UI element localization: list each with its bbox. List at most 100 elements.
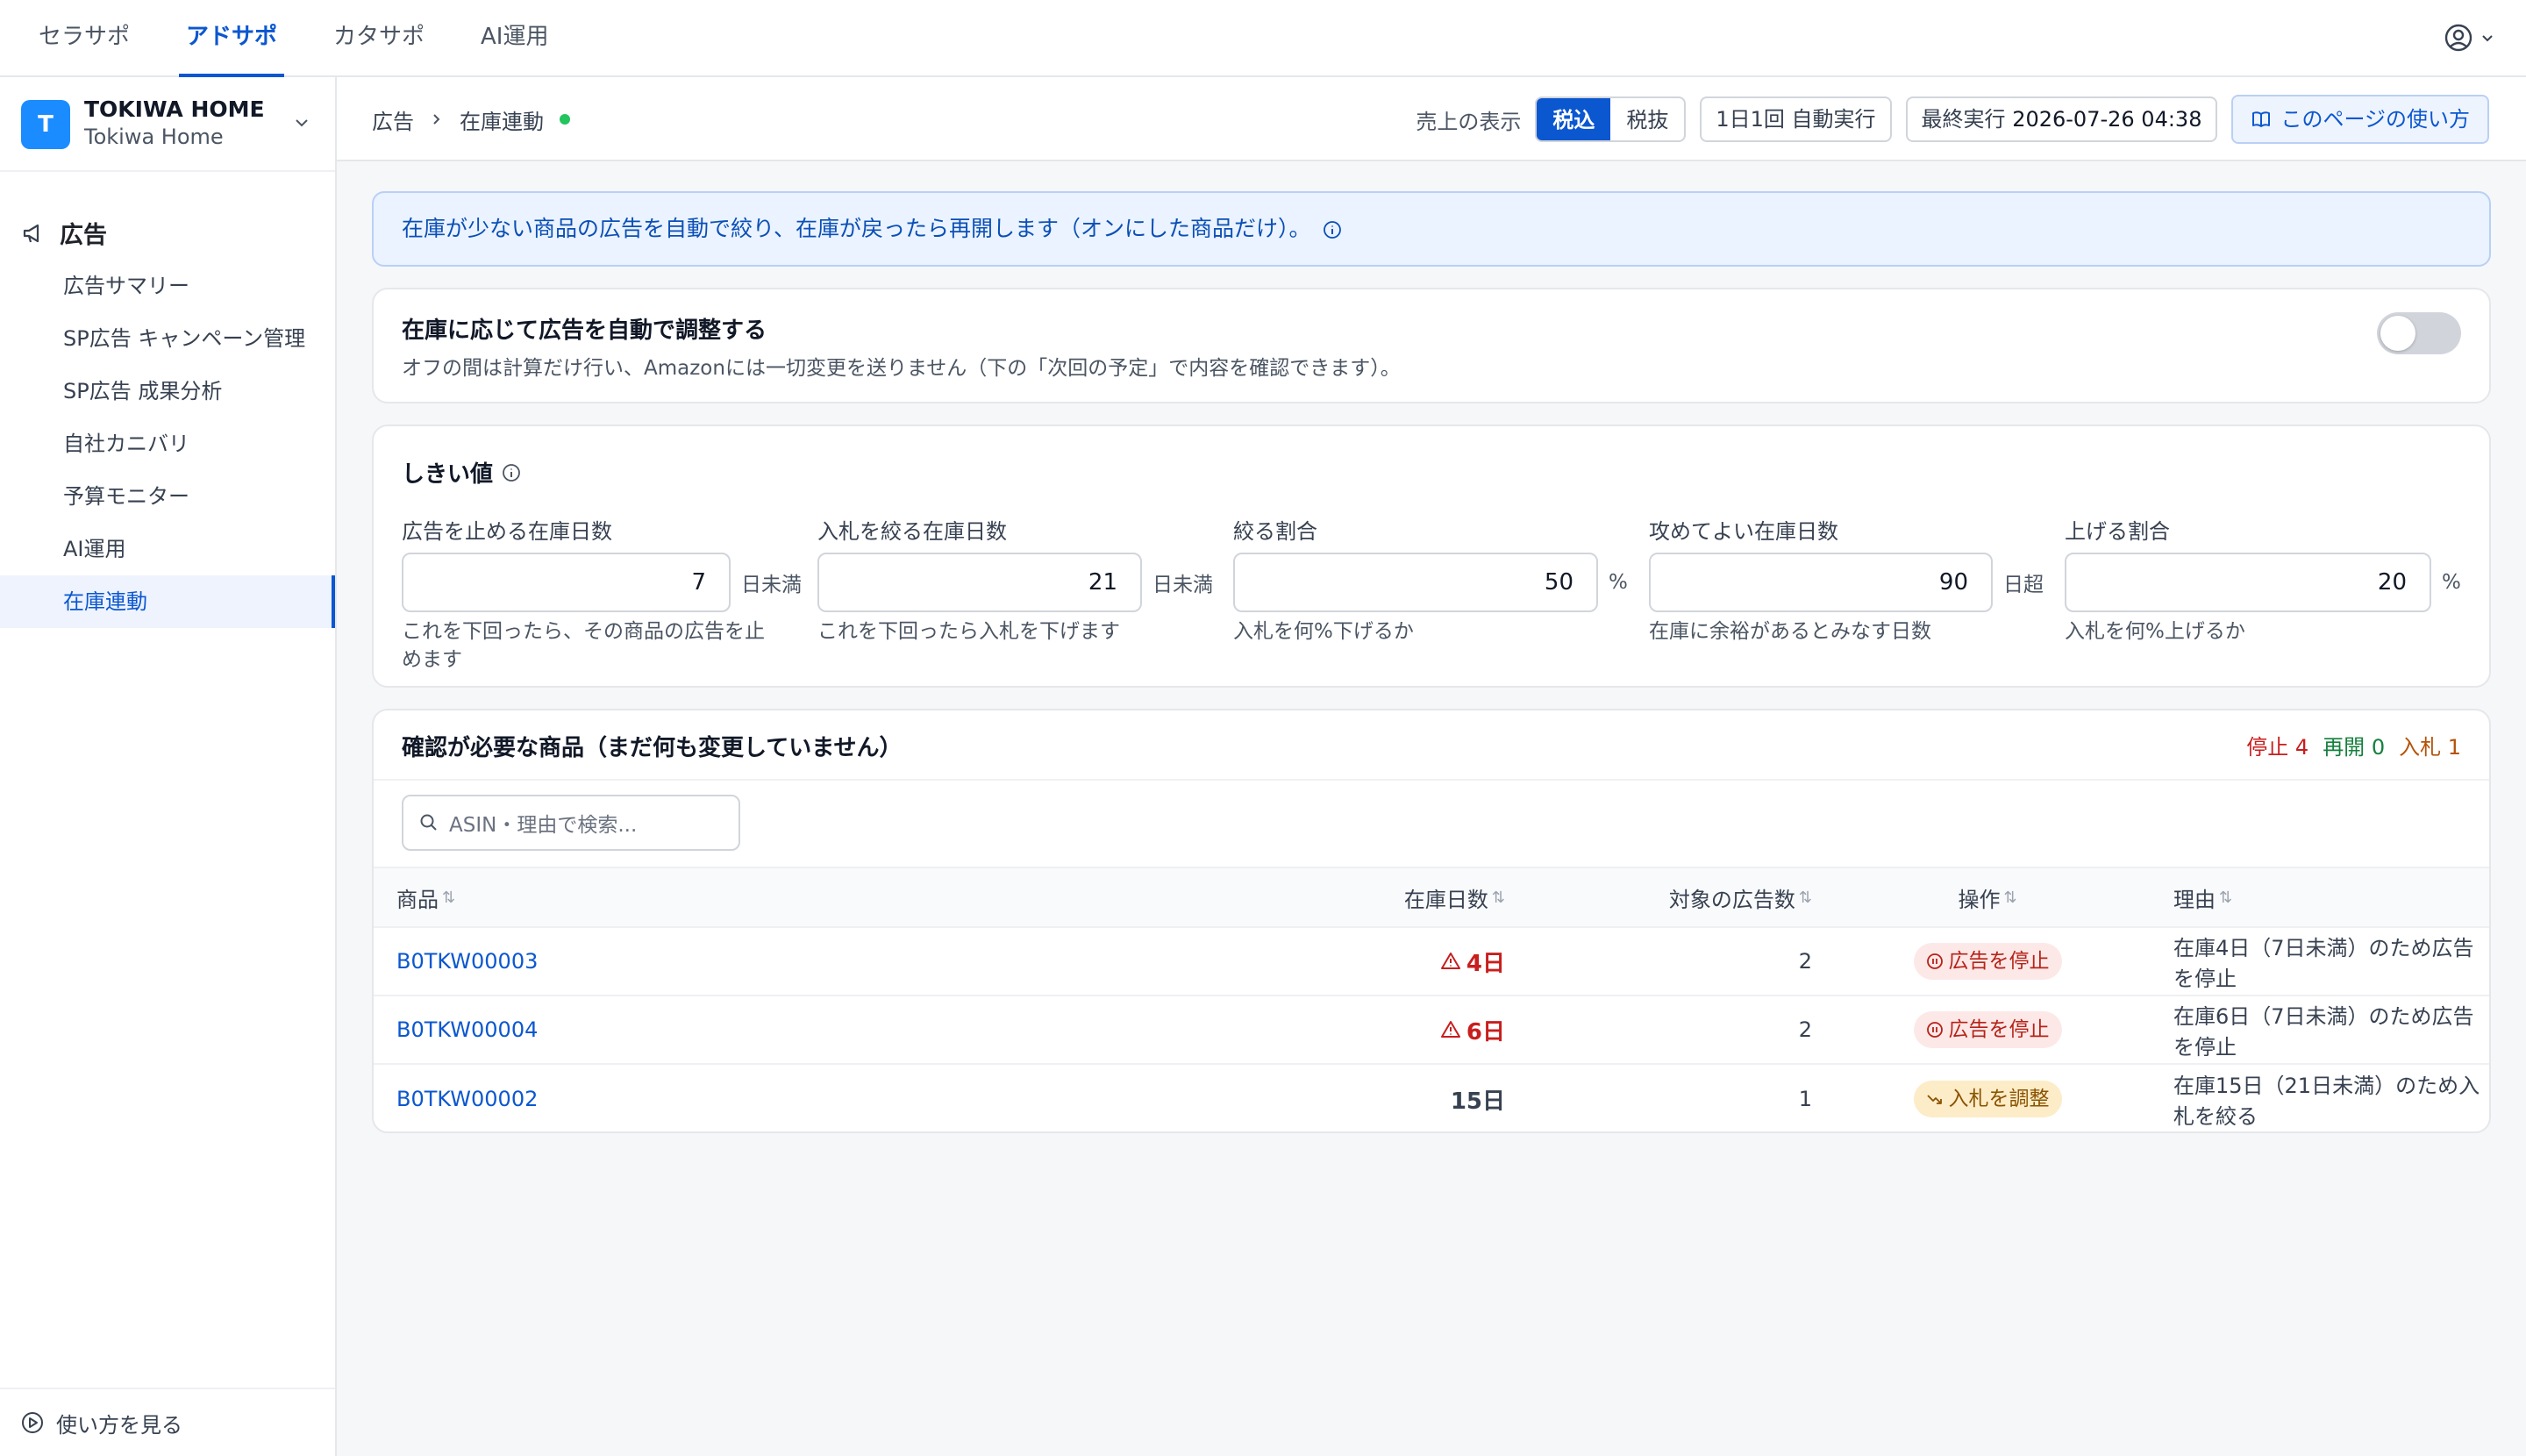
threshold-bid-days: 入札を絞る在庫日数 21 日未満 これを下回ったら入札を下げます xyxy=(817,514,1217,646)
search-icon xyxy=(420,814,437,831)
table-row: B0TKW00004 6日 2 広告を停止 在庫6日（7日未満）のため広告を停止 xyxy=(374,996,2489,1065)
count-bid: 入札 1 xyxy=(2399,735,2461,760)
auto-adjust-desc: オフの間は計算だけ行い、Amazonには一切変更を送りません（下の「次回の予定」… xyxy=(402,357,1401,380)
threshold-label: 入札を絞る在庫日数 xyxy=(817,519,1007,544)
info-banner: 在庫が少ない商品の広告を自動で絞り、在庫が戻ったら再開します（オンにした商品だけ… xyxy=(372,191,2491,267)
threshold-unit: 日未満 xyxy=(1152,574,1213,596)
review-card-header: 確認が必要な商品（まだ何も変更していません） 停止 4 再開 0 入札 1 xyxy=(374,710,2489,781)
trend-down-icon xyxy=(1926,1095,1942,1104)
page-help-label: このページの使い方 xyxy=(2280,107,2470,132)
ad-count: 2 xyxy=(1798,1017,1812,1042)
book-icon xyxy=(2252,111,2271,127)
info-icon xyxy=(503,463,520,482)
last-run-chip: 最終実行 2026-07-26 04:38 xyxy=(1905,96,2218,142)
col-days[interactable]: 在庫日数 ⇅ xyxy=(1286,868,1505,926)
status-dot xyxy=(560,114,570,125)
asin-link[interactable]: B0TKW00003 xyxy=(396,928,538,995)
stock-days: 4日 xyxy=(1286,928,1505,995)
tax-in-button[interactable]: 税込 xyxy=(1537,98,1611,140)
last-run-value: 2026-07-26 04:38 xyxy=(2012,107,2202,132)
stop-days-input[interactable]: 7 xyxy=(402,553,731,612)
chevron-down-icon xyxy=(2482,35,2493,42)
stop-ad-badge[interactable]: 広告を停止 xyxy=(1913,943,2062,980)
sidebar-section-ads: 広告 xyxy=(21,216,107,250)
last-run-label: 最終実行 xyxy=(1921,107,2006,132)
play-circle-icon xyxy=(22,1412,43,1433)
sidebar-item-cannibal[interactable]: 自社カニバリ xyxy=(0,418,335,470)
megaphone-icon xyxy=(23,224,39,242)
sidebar-item-budget[interactable]: 予算モニター xyxy=(0,470,335,523)
info-icon xyxy=(1324,221,1342,239)
reduce-rate-input[interactable]: 50 xyxy=(1233,553,1598,612)
threshold-unit: 日超 xyxy=(2003,574,2044,596)
adjust-bid-badge[interactable]: 入札を調整 xyxy=(1913,1081,2062,1117)
aggressive-days-input[interactable]: 90 xyxy=(1649,553,1993,612)
pause-circle-icon xyxy=(1926,1022,1943,1038)
threshold-help: 入札を何%上げるか xyxy=(2065,620,2245,643)
store-sub: Tokiwa Home xyxy=(84,125,224,149)
header-controls: 売上の表示 税込 税抜 1日1回 自動実行 最終実行 2026-07-26 04… xyxy=(1416,95,2489,144)
crumb-parent[interactable]: 広告 xyxy=(372,104,414,135)
table-header: 商品 ⇅ 在庫日数 ⇅ 対象の広告数 ⇅ 操作 ⇅ 理由 ⇅ xyxy=(374,867,2489,928)
sort-icon: ⇅ xyxy=(1798,888,1812,907)
ad-count: 2 xyxy=(1798,949,1812,974)
schedule-chip: 1日1回 自動実行 xyxy=(1700,96,1892,142)
threshold-unit: % xyxy=(2442,571,2461,594)
sidebar-item-inventory[interactable]: 在庫連動 xyxy=(0,575,335,628)
store-name: TOKIWA HOME xyxy=(84,96,265,122)
sidebar-item-sp-analysis[interactable]: SP広告 成果分析 xyxy=(0,365,335,418)
review-card: 確認が必要な商品（まだ何も変更していません） 停止 4 再開 0 入札 1 AS… xyxy=(372,709,2491,1133)
warning-icon xyxy=(1440,1021,1460,1038)
table-row: B0TKW00002 15日 1 入札を調整 在庫15日（21日未満）のため入札… xyxy=(374,1065,2489,1133)
threshold-raise-rate: 上げる割合 20 % 入札を何%上げるか xyxy=(2065,514,2465,646)
page-help-button[interactable]: このページの使い方 xyxy=(2231,95,2489,144)
user-icon xyxy=(2444,24,2472,52)
action-cell: 広告を停止 xyxy=(1856,996,2119,1063)
tab-katasapo[interactable]: カタサポ xyxy=(333,0,425,77)
search-input[interactable]: ASIN・理由で検索... xyxy=(402,795,740,851)
sidebar: T TOKIWA HOME Tokiwa Home 広告 広告サマリー SP広告… xyxy=(0,77,337,1456)
sidebar-item-sp-campaigns[interactable]: SP広告 キャンペーン管理 xyxy=(0,312,335,365)
stop-ad-badge[interactable]: 広告を停止 xyxy=(1913,1011,2062,1048)
threshold-reduce-rate: 絞る割合 50 % 入札を何%下げるか xyxy=(1233,514,1633,646)
thresholds-header: しきい値 xyxy=(402,456,521,489)
warning-icon xyxy=(1440,953,1460,969)
bid-days-input[interactable]: 21 xyxy=(817,553,1142,612)
threshold-label: 攻めてよい在庫日数 xyxy=(1649,519,1838,544)
page-header: 広告 在庫連動 売上の表示 税込 税抜 1日1回 自動実行 最終実行 2026-… xyxy=(337,77,2526,161)
reason-text: 在庫6日（7日未満）のため広告を停止 xyxy=(2173,1004,2474,1060)
tab-adsapo[interactable]: アドサポ xyxy=(178,0,285,77)
auto-adjust-title: 在庫に応じて広告を自動で調整する xyxy=(402,318,767,344)
raise-rate-input[interactable]: 20 xyxy=(2065,553,2431,612)
tab-ai-ops[interactable]: AI運用 xyxy=(481,0,548,77)
sort-icon: ⇅ xyxy=(2003,888,2017,907)
crumb-current: 在庫連動 xyxy=(460,109,544,134)
threshold-help: 在庫に余裕があるとみなす日数 xyxy=(1649,620,1931,643)
tax-out-button[interactable]: 税抜 xyxy=(1610,98,1684,140)
threshold-aggressive-days: 攻めてよい在庫日数 90 日超 在庫に余裕があるとみなす日数 xyxy=(1649,514,2049,646)
col-product[interactable]: 商品 ⇅ xyxy=(396,868,455,926)
asin-link[interactable]: B0TKW00002 xyxy=(396,1065,538,1133)
stock-days: 6日 xyxy=(1286,996,1505,1063)
col-ads[interactable]: 対象の広告数 ⇅ xyxy=(1540,868,1812,926)
user-menu[interactable] xyxy=(2444,23,2494,53)
col-reason[interactable]: 理由 ⇅ xyxy=(2173,868,2232,926)
how-to-label: 使い方を見る xyxy=(56,1412,182,1438)
sidebar-item-ai-ops[interactable]: AI運用 xyxy=(0,523,335,575)
sidebar-item-ad-summary[interactable]: 広告サマリー xyxy=(0,260,335,312)
auto-adjust-toggle[interactable] xyxy=(2377,312,2461,354)
threshold-help: 入札を何%下げるか xyxy=(1233,620,1414,643)
store-avatar: T xyxy=(21,100,70,149)
breadcrumb: 広告 在庫連動 xyxy=(372,77,570,161)
threshold-unit: % xyxy=(1609,571,1628,594)
sales-display-label: 売上の表示 xyxy=(1416,109,1522,134)
asin-link[interactable]: B0TKW00004 xyxy=(396,996,538,1063)
threshold-label: 絞る割合 xyxy=(1233,519,1317,544)
col-action[interactable]: 操作 ⇅ xyxy=(1856,868,2119,926)
threshold-help: これを下回ったら、その商品の広告を止 めます xyxy=(402,620,765,671)
tab-sellasapo[interactable]: セラサポ xyxy=(39,0,130,77)
how-to-link[interactable]: 使い方を見る xyxy=(0,1388,335,1456)
thresholds-card: しきい値 広告を止める在庫日数 7 日未満 これを下回ったら、その商品の広告を止… xyxy=(372,425,2491,688)
reason-text: 在庫4日（7日未満）のため広告を停止 xyxy=(2173,936,2474,991)
store-switcher[interactable]: T TOKIWA HOME Tokiwa Home xyxy=(0,77,335,172)
